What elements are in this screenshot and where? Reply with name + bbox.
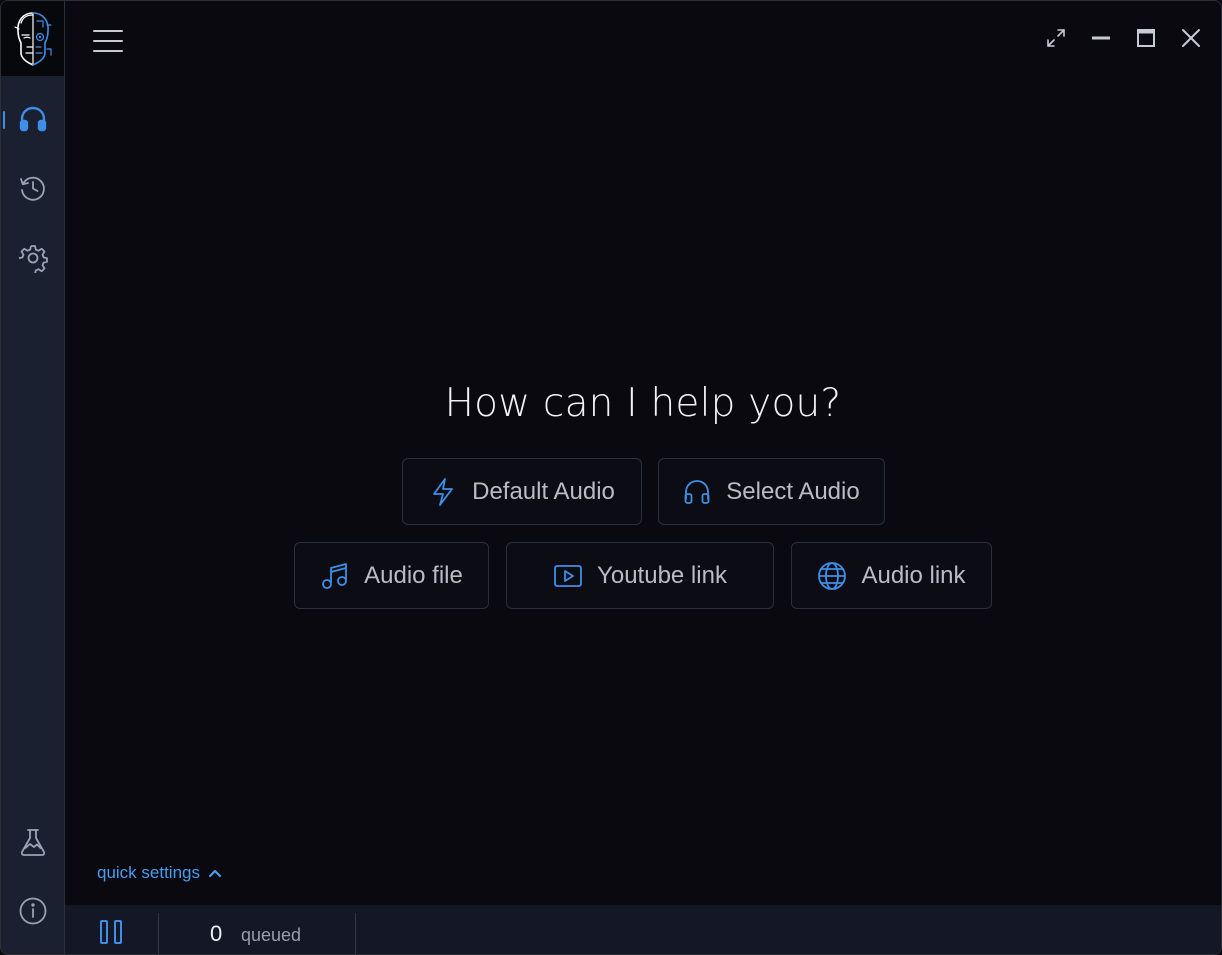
pause-button[interactable] xyxy=(87,917,135,947)
menu-button[interactable] xyxy=(89,25,127,57)
app-window: How can I help you? Default Audio Select… xyxy=(0,0,1222,955)
sidebar-item-about[interactable] xyxy=(1,885,64,937)
status-bar: 0 queued xyxy=(65,905,1221,954)
queue-label: queued xyxy=(241,925,302,945)
sidebar-item-listen[interactable] xyxy=(1,93,64,145)
info-icon xyxy=(19,897,46,925)
quick-settings-label: quick settings xyxy=(97,863,200,882)
default-audio-label: Default Audio xyxy=(472,477,615,505)
minimize-icon xyxy=(1091,36,1110,40)
sidebar-item-settings[interactable] xyxy=(1,232,64,284)
default-audio-button[interactable]: Default Audio xyxy=(401,458,642,525)
divider xyxy=(158,913,159,954)
maximize-button[interactable] xyxy=(1123,19,1168,57)
divider xyxy=(355,913,356,954)
hamburger-icon xyxy=(93,30,123,52)
headphones-icon xyxy=(684,479,710,504)
sidebar-item-history[interactable] xyxy=(1,162,64,214)
maximize-icon xyxy=(1136,29,1155,47)
quick-settings-toggle[interactable]: quick settings xyxy=(97,863,222,883)
select-audio-button[interactable]: Select Audio xyxy=(657,458,885,525)
flask-icon xyxy=(20,829,45,856)
chevron-up-icon xyxy=(208,869,222,878)
audio-link-label: Audio link xyxy=(861,561,966,589)
play-video-icon xyxy=(554,564,582,587)
youtube-link-button[interactable]: Youtube link xyxy=(506,542,774,609)
page-title: How can I help you? xyxy=(444,381,842,426)
window-controls xyxy=(1033,19,1213,57)
action-row-secondary: Audio file Youtube link Audio link xyxy=(64,542,1221,609)
close-icon xyxy=(1181,29,1200,47)
select-audio-label: Select Audio xyxy=(726,477,860,505)
headphones-icon xyxy=(19,106,46,132)
action-row-primary: Default Audio Select Audio xyxy=(64,458,1221,525)
globe-icon xyxy=(818,561,847,590)
audio-link-button[interactable]: Audio link xyxy=(791,542,992,609)
sidebar-item-labs[interactable] xyxy=(1,816,64,868)
minimize-button[interactable] xyxy=(1078,19,1123,57)
music-note-icon xyxy=(322,562,348,589)
expand-icon xyxy=(1046,29,1065,47)
sidebar xyxy=(1,1,65,954)
fullscreen-button[interactable] xyxy=(1033,19,1078,57)
audio-file-button[interactable]: Audio file xyxy=(294,542,489,609)
history-icon xyxy=(19,176,45,201)
pause-icon xyxy=(100,920,122,944)
lightning-icon xyxy=(433,477,454,506)
queue-count: 0 xyxy=(210,921,223,946)
close-button[interactable] xyxy=(1168,19,1213,57)
audio-file-label: Audio file xyxy=(364,561,463,589)
gear-icon xyxy=(18,245,48,273)
youtube-link-label: Youtube link xyxy=(597,561,727,589)
app-logo xyxy=(1,1,64,76)
